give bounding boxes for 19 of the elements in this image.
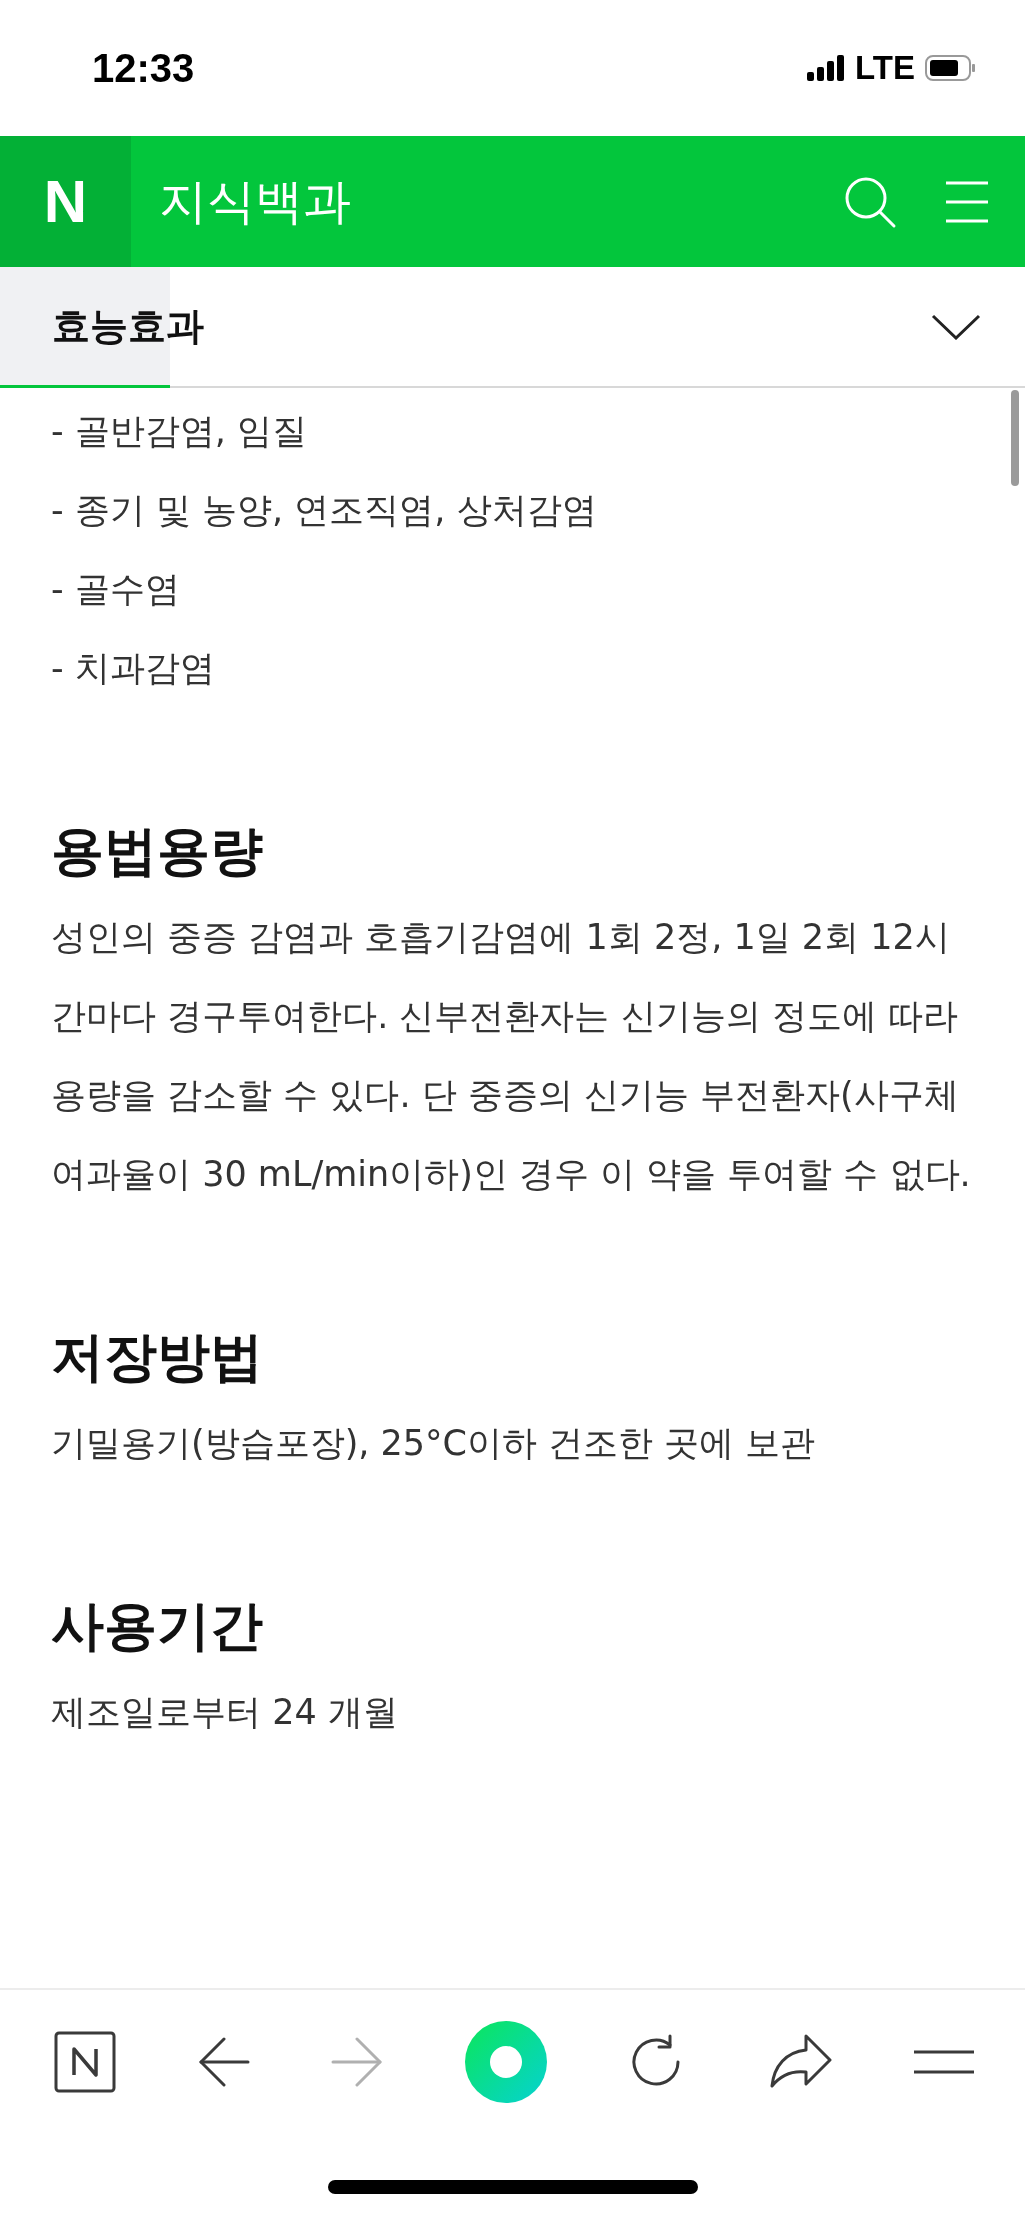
section-heading: 사용기간 [51, 1594, 264, 1658]
network-label: LTE [855, 49, 915, 87]
list-item: - 골수염 [51, 568, 181, 611]
list-item: - 종기 및 농양, 연조직염, 상처감염 [51, 489, 598, 532]
list-item: - 치과감염 [51, 647, 216, 690]
signal-icon [807, 55, 846, 81]
section-heading: 저장방법 [51, 1325, 264, 1389]
section-text: 제조일로부터 24 개월 [51, 1691, 399, 1734]
section-text: 기밀용기(방습포장), 25°C이하 건조한 곳에 보관 [51, 1422, 817, 1465]
header-title: 지식백과 [159, 171, 352, 231]
chevron-down-icon[interactable] [931, 313, 981, 340]
section-heading: 용법용량 [51, 819, 264, 883]
section-text: 성인의 중증 감염과 호흡기감염에 1회 2정, 1일 2회 12시간마다 경구투여한다. 신부전환자는 신기능의 정도에 따라 용량을 감소할 수 있다. 단 중증의 신기능 부전환자(사구체여과율이 30 mL/min이하)인 경우 이 약을 투여할 수 없다. [51, 916, 972, 1196]
menu-icon[interactable] [913, 2049, 975, 2074]
list-item: - 골반감염, 임질 [51, 410, 308, 453]
section-selector[interactable]: 효능효과 [52, 301, 204, 352]
naver-home-icon[interactable] [54, 2030, 116, 2093]
battery-icon [925, 55, 975, 81]
status-time: 12:33 [92, 45, 195, 91]
